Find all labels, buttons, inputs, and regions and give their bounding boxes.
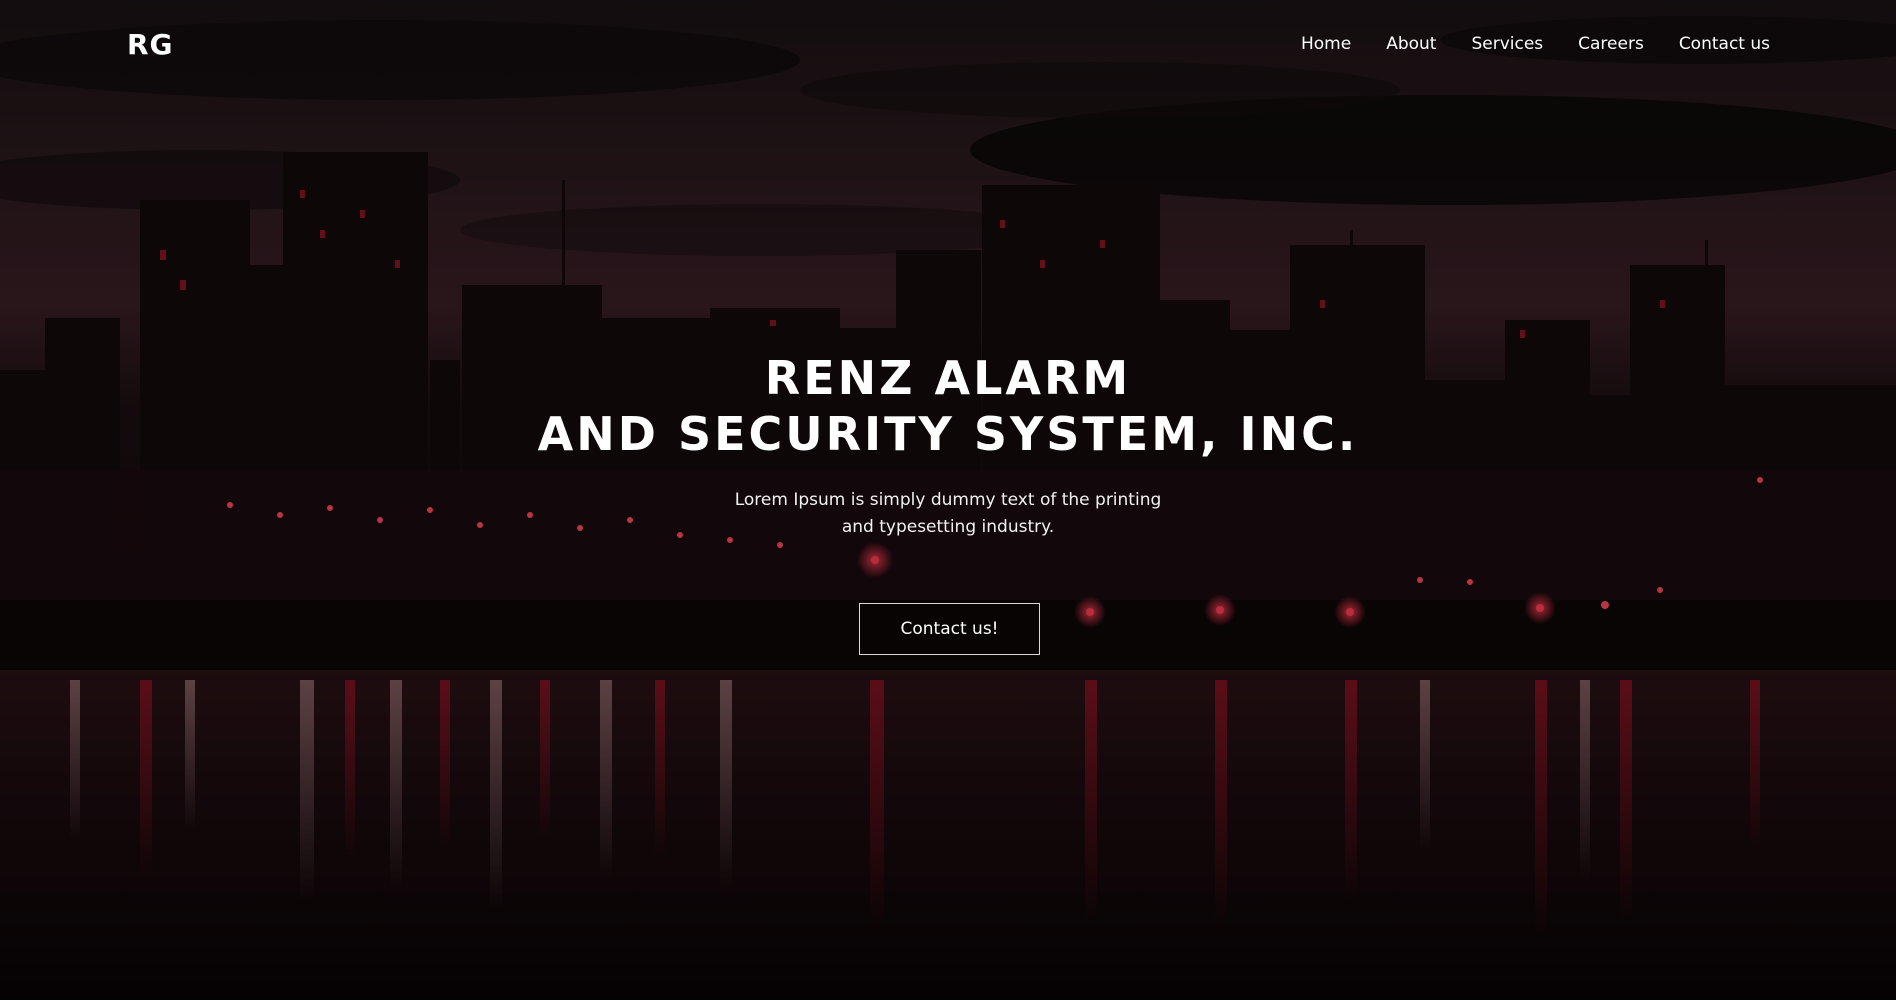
hero-title-line-2: AND SECURITY SYSTEM, INC.	[537, 407, 1359, 461]
nav-contact-us[interactable]: Contact us	[1679, 34, 1770, 54]
nav-home[interactable]: Home	[1301, 34, 1351, 54]
nav-services[interactable]: Services	[1471, 34, 1543, 54]
hero-subtitle: Lorem Ipsum is simply dummy text of the …	[0, 487, 1896, 541]
hero-title: RENZ ALARM AND SECURITY SYSTEM, INC.	[0, 350, 1896, 462]
hero-section: RG Home About Services Careers Contact u…	[0, 0, 1896, 1000]
nav-about[interactable]: About	[1386, 34, 1436, 54]
contact-us-button[interactable]: Contact us!	[859, 603, 1040, 655]
logo[interactable]: RG	[127, 28, 174, 61]
main-nav: Home About Services Careers Contact us	[1301, 34, 1770, 54]
hero-title-line-1: RENZ ALARM	[764, 351, 1132, 405]
nav-careers[interactable]: Careers	[1578, 34, 1644, 54]
hero-subtitle-line-1: Lorem Ipsum is simply dummy text of the …	[734, 490, 1162, 510]
hero-subtitle-line-2: and typesetting industry.	[841, 517, 1055, 537]
